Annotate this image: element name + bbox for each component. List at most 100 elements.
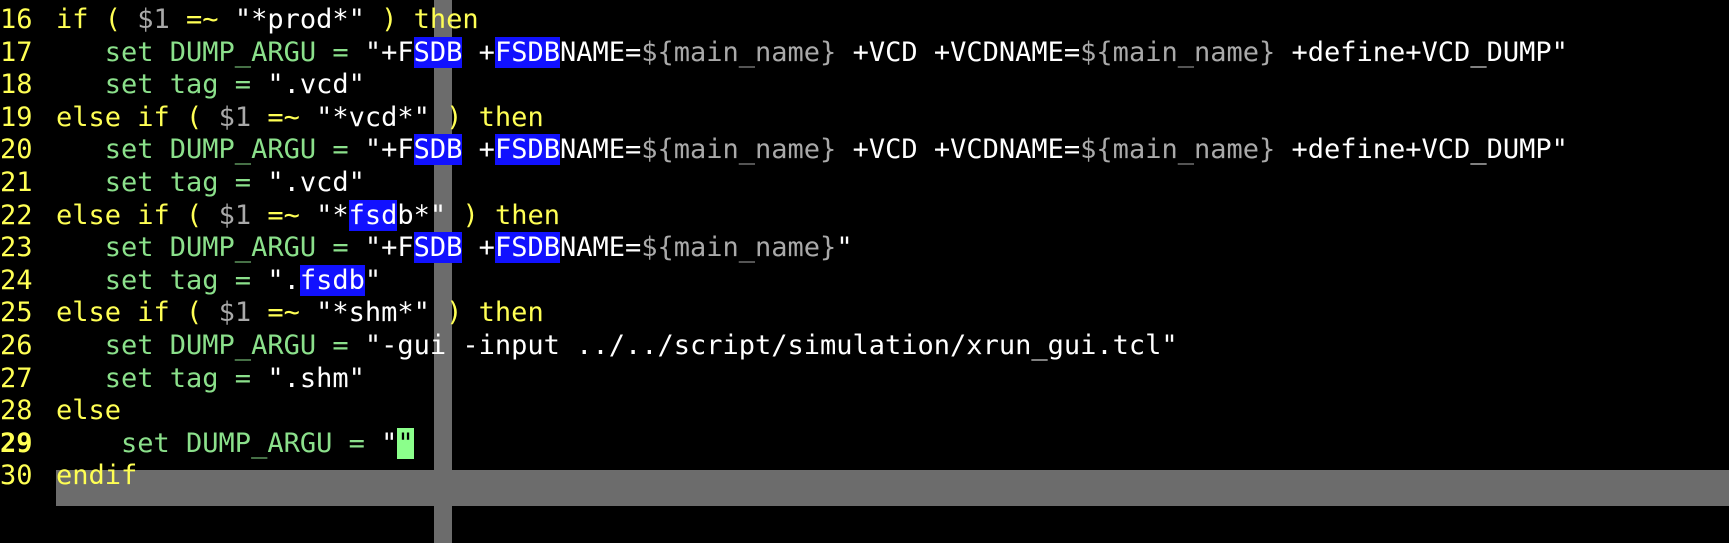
line-number: 24 bbox=[0, 264, 33, 296]
line-number: 19 bbox=[0, 101, 33, 133]
code-token: "+F bbox=[364, 134, 414, 166]
color-column bbox=[434, 0, 452, 543]
code-token: fsd bbox=[348, 199, 398, 231]
code-token: " bbox=[381, 427, 398, 459]
code-token: NAME= bbox=[559, 134, 642, 166]
code-token: endif bbox=[56, 460, 138, 492]
code-line[interactable]: 27 set tag = ".shm" bbox=[0, 361, 365, 397]
code-line[interactable]: 28 else bbox=[0, 393, 121, 429]
code-token: set DUMP_ARGU = bbox=[56, 427, 382, 459]
code-line[interactable]: 19 else if ( $1 =~ "*vcd*" ) then bbox=[0, 100, 544, 136]
line-number: 21 bbox=[0, 167, 33, 198]
code-line[interactable]: 24 set tag = ".fsdb" bbox=[0, 263, 381, 299]
code-token: =~ bbox=[169, 4, 235, 35]
code-token: =~ bbox=[251, 199, 317, 231]
line-number: 29 bbox=[0, 427, 33, 459]
code-token: ${main_name} bbox=[1080, 134, 1276, 166]
line-number: 22 bbox=[0, 199, 33, 231]
code-line[interactable]: 21 set tag = ".vcd" bbox=[0, 165, 365, 201]
code-token: else if ( bbox=[56, 297, 219, 329]
code-token: +define+VCD_DUMP" bbox=[1275, 36, 1568, 68]
line-number: 20 bbox=[0, 134, 33, 166]
code-token: set tag = bbox=[56, 167, 268, 198]
code-line[interactable]: 18 set tag = ".vcd" bbox=[0, 67, 365, 103]
code-token: set tag = bbox=[56, 69, 268, 101]
line-code: if ( $1 =~ "*prod*" ) then bbox=[56, 2, 479, 38]
code-line[interactable]: 23 set DUMP_ARGU = "+FSDB +FSDBNAME=${ma… bbox=[0, 230, 853, 266]
code-token: set tag = bbox=[56, 264, 268, 296]
line-number: 28 bbox=[0, 395, 33, 427]
code-token: $1 bbox=[137, 4, 170, 35]
code-token: else if ( bbox=[56, 199, 219, 231]
code-line[interactable]: 26 set DUMP_ARGU = "-gui -input ../../sc… bbox=[0, 328, 1178, 364]
code-token: b*" bbox=[397, 199, 447, 231]
code-token: FSDB bbox=[494, 232, 560, 264]
code-token: $1 bbox=[218, 199, 252, 231]
line-code: set DUMP_ARGU = "" bbox=[56, 426, 414, 462]
line-number: 30 bbox=[0, 460, 33, 492]
code-token: ) then bbox=[429, 101, 544, 133]
code-token: set tag = bbox=[56, 362, 268, 394]
code-token: ) then bbox=[446, 199, 560, 231]
code-line[interactable]: 17 set DUMP_ARGU = "+FSDB +FSDBNAME=${ma… bbox=[0, 35, 1568, 71]
code-token: else bbox=[56, 395, 122, 427]
line-code: set tag = ".vcd" bbox=[56, 165, 365, 201]
code-token: SDB bbox=[413, 36, 463, 68]
code-token: ${main_name} bbox=[641, 36, 837, 68]
line-number: 26 bbox=[0, 330, 33, 361]
current-line-highlight bbox=[56, 470, 1729, 506]
code-token: "*shm*" bbox=[316, 297, 430, 329]
line-code: else if ( $1 =~ "*vcd*" ) then bbox=[56, 100, 544, 136]
code-token: "*prod*" bbox=[234, 4, 365, 35]
line-code: set tag = ".shm" bbox=[56, 361, 365, 397]
line-code: set DUMP_ARGU = "+FSDB +FSDBNAME=${main_… bbox=[56, 132, 1568, 168]
code-token: "+F bbox=[364, 232, 414, 264]
code-token: if ( bbox=[56, 4, 138, 35]
code-token: "* bbox=[316, 199, 349, 231]
line-code: endif bbox=[56, 458, 137, 494]
line-code: else if ( $1 =~ "*fsdb*" ) then bbox=[56, 198, 560, 234]
code-token: set DUMP_ARGU = bbox=[56, 232, 365, 264]
code-token: fsdb bbox=[299, 264, 365, 296]
code-token: set DUMP_ARGU = bbox=[56, 330, 365, 361]
code-token: +VCD +VCDNAME= bbox=[836, 36, 1081, 68]
line-code: set DUMP_ARGU = "+FSDB +FSDBNAME=${main_… bbox=[56, 35, 1568, 71]
code-token: $1 bbox=[218, 101, 252, 133]
code-token: =~ bbox=[251, 101, 317, 133]
code-token: $1 bbox=[218, 297, 252, 329]
code-token: ${main_name} bbox=[641, 134, 837, 166]
code-token: " bbox=[836, 232, 853, 264]
line-number: 18 bbox=[0, 69, 33, 101]
code-editor[interactable]: 16 if ( $1 =~ "*prod*" ) then 17 set DUMP_… bbox=[0, 0, 1729, 543]
code-token: set DUMP_ARGU = bbox=[56, 36, 365, 68]
line-number: 27 bbox=[0, 362, 33, 394]
line-number: 25 bbox=[0, 297, 33, 329]
code-line[interactable]: 25 else if ( $1 =~ "*shm*" ) then bbox=[0, 295, 544, 331]
code-token: + bbox=[462, 36, 495, 68]
line-code: else if ( $1 =~ "*shm*" ) then bbox=[56, 295, 544, 331]
code-token: FSDB bbox=[494, 134, 560, 166]
line-number: 23 bbox=[0, 232, 33, 264]
code-token: " bbox=[364, 264, 382, 296]
code-token: + bbox=[462, 134, 495, 166]
code-line[interactable]: 22 else if ( $1 =~ "*fsdb*" ) then bbox=[0, 198, 560, 234]
line-code: set DUMP_ARGU = "-gui -input ../../scrip… bbox=[56, 328, 1178, 364]
code-line[interactable]: 20 set DUMP_ARGU = "+FSDB +FSDBNAME=${ma… bbox=[0, 132, 1568, 168]
code-line[interactable]: 29 set DUMP_ARGU = "" bbox=[0, 426, 414, 462]
code-token: + bbox=[462, 232, 495, 264]
code-token: ". bbox=[267, 264, 300, 296]
line-code: else bbox=[56, 393, 121, 429]
code-token: ) then bbox=[429, 297, 544, 329]
code-line[interactable]: 30 endif bbox=[0, 458, 137, 494]
code-token: SDB bbox=[413, 232, 463, 264]
code-token: set DUMP_ARGU = bbox=[56, 134, 365, 166]
code-token: FSDB bbox=[494, 36, 560, 68]
code-token: ) then bbox=[364, 4, 479, 35]
code-token: ".vcd" bbox=[267, 167, 365, 198]
code-token: =~ bbox=[251, 297, 317, 329]
code-line[interactable]: 16 if ( $1 =~ "*prod*" ) then bbox=[0, 2, 479, 38]
code-token: +define+VCD_DUMP" bbox=[1275, 134, 1568, 166]
code-token: else if ( bbox=[56, 101, 219, 133]
code-token: "*vcd*" bbox=[316, 101, 430, 133]
line-number: 16 bbox=[0, 4, 33, 35]
